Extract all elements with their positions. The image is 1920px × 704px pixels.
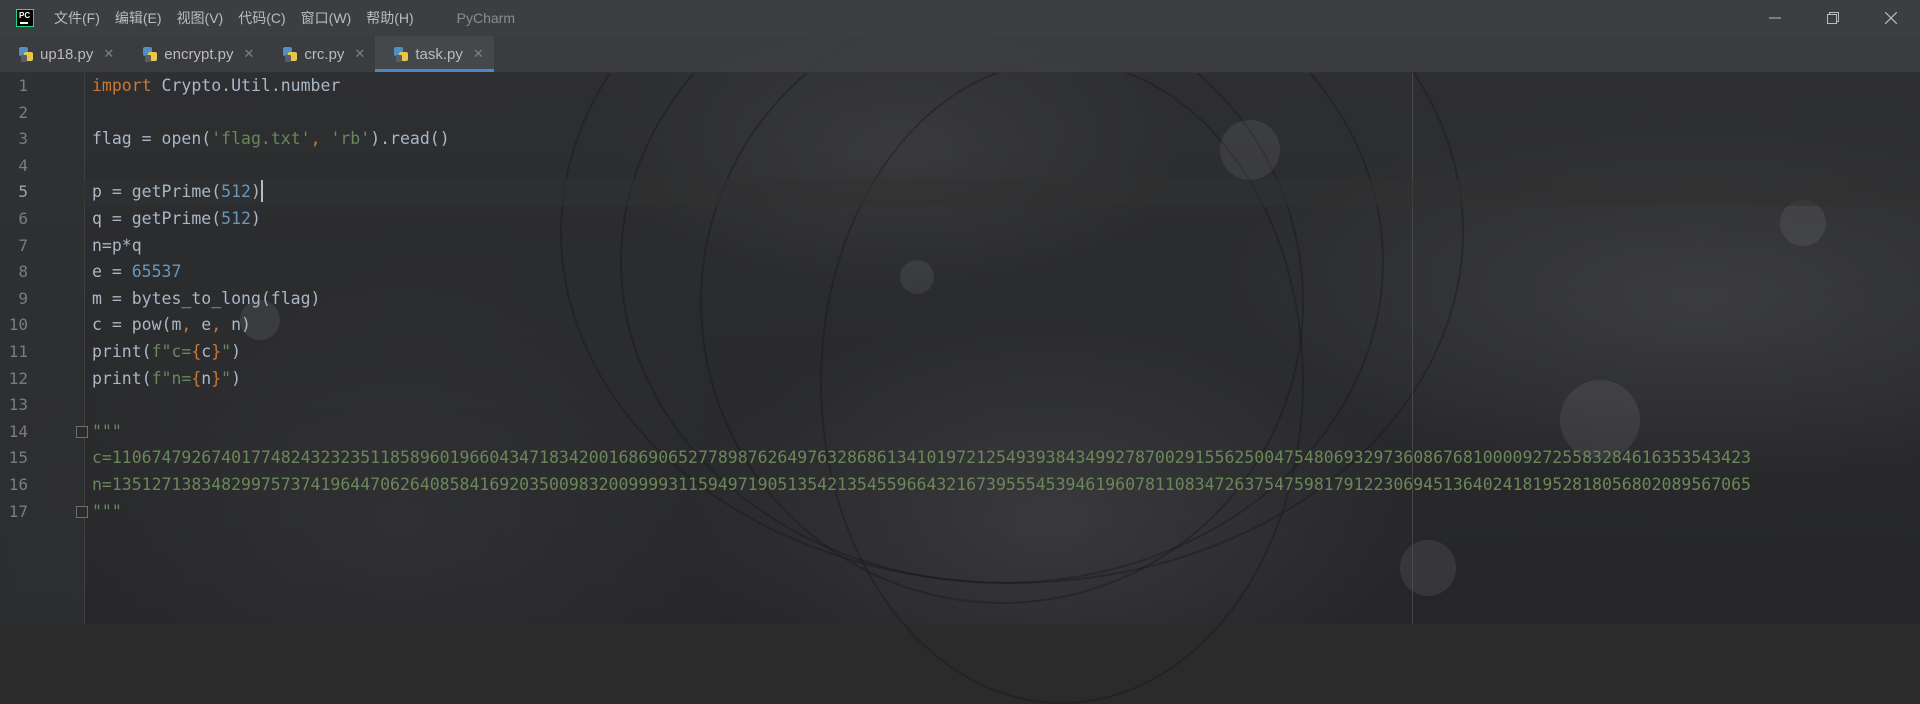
code-text: q = getPrime(512) [92,209,261,228]
code-line[interactable]: 1 import Crypto.Util.number [0,73,1920,100]
menu-view[interactable]: 视图(V) [177,8,224,28]
code-line[interactable]: 9 m = bytes_to_long(flag) [0,286,1920,313]
line-number: 2 [18,102,28,122]
title-bar: PC 文件(F) 编辑(E) 视图(V) 代码(C) 窗口(W) 帮助(H) P… [0,0,1920,36]
pycharm-logo-icon: PC [16,9,34,27]
line-number: 6 [18,209,28,228]
menu-edit[interactable]: 编辑(E) [115,8,162,28]
line-number: 8 [18,262,28,282]
line-number: 14 [8,421,28,441]
code-line[interactable]: 3 flag = open('flag.txt', 'rb').read() [0,126,1920,153]
code-text: """ [92,501,122,521]
close-tab-icon[interactable]: ✕ [354,46,365,62]
python-file-icon [282,46,298,62]
code-text: c=11067479267401774824323235118589601966… [92,448,1751,468]
code-line[interactable]: 14 """ [0,419,1920,446]
line-number: 4 [18,155,28,175]
menu-code[interactable]: 代码(C) [238,8,285,28]
code-line[interactable]: 17 """ [0,499,1920,526]
close-tab-icon[interactable]: ✕ [473,46,484,62]
code-line[interactable]: 2 [0,100,1920,127]
restore-button[interactable] [1804,0,1862,36]
code-text: print(f"n={n}") [92,368,242,388]
restore-icon [1827,12,1839,24]
line-number: 3 [18,129,28,149]
python-file-icon [393,46,409,62]
code-text: e = 65537 [92,262,182,282]
line-number: 1 [18,76,28,95]
tab-label: up18.py [40,45,94,63]
line-number: 16 [8,475,28,494]
tab-label: crc.py [304,45,345,63]
tab-up18[interactable]: up18.py ✕ [0,36,124,72]
code-line[interactable]: 12 print(f"n={n}") [0,366,1920,393]
close-tab-icon[interactable]: ✕ [244,46,255,62]
line-number: 15 [8,448,28,468]
menu-window[interactable]: 窗口(W) [301,8,352,28]
code-text: n=13512713834829975737419644706264085841… [92,475,1751,494]
code-line[interactable]: 8 e = 65537 [0,259,1920,286]
minimize-icon [1769,17,1781,19]
line-number: 5 [18,182,28,202]
menu-help[interactable]: 帮助(H) [366,8,413,28]
code-text: print(f"c={c}") [92,342,242,361]
text-caret [260,180,263,203]
close-window-button[interactable] [1862,0,1920,36]
line-number: 12 [8,368,28,388]
code-text: m = bytes_to_long(flag) [92,288,321,308]
code-line[interactable]: 10 c = pow(m, e, n) [0,312,1920,339]
code-line[interactable]: 5 p = getPrime(512) [0,179,1920,206]
code-line[interactable]: 11 print(f"c={c}") [0,339,1920,366]
code-line[interactable]: 16 n=135127138348299757374196447062640858… [0,472,1920,499]
close-tab-icon[interactable]: ✕ [103,46,114,62]
code-text: """ [92,421,122,441]
window-title: PyCharm [456,10,516,26]
line-number: 17 [8,501,28,521]
code-line[interactable]: 13 [0,392,1920,419]
code-text: p = getPrime(512) [92,180,263,203]
code-text: c = pow(m, e, n) [92,315,251,335]
tab-label: encrypt.py [164,45,234,63]
tab-label: task.py [415,45,463,63]
close-icon [1885,12,1897,24]
line-number: 11 [8,342,28,361]
line-number: 13 [8,395,28,415]
line-number: 9 [18,288,28,308]
tab-encrypt[interactable]: encrypt.py ✕ [124,36,264,72]
fold-marker-icon[interactable] [76,425,88,438]
tab-crc[interactable]: crc.py ✕ [264,36,375,72]
code-line[interactable]: 7 n=p*q [0,233,1920,260]
fold-marker-icon[interactable] [76,505,88,518]
code-line[interactable]: 15 c=110674792674017748243232351185896019… [0,445,1920,472]
code-editor[interactable]: 1 import Crypto.Util.number 2 3 flag = open(… [0,73,1920,624]
line-number: 10 [8,315,28,335]
code-text: import Crypto.Util.number [92,76,341,95]
line-number: 7 [18,235,28,255]
tab-task[interactable]: task.py ✕ [375,36,495,72]
menu-file[interactable]: 文件(F) [54,8,100,28]
editor-tab-bar: up18.py ✕ encrypt.py ✕ crc.py ✕ task.py … [0,36,1920,73]
code-line[interactable]: 4 [0,153,1920,180]
code-text: flag = open('flag.txt', 'rb').read() [92,129,450,149]
python-file-icon [142,46,158,62]
window-controls [1746,0,1920,36]
code-text: n=p*q [92,235,142,255]
minimize-button[interactable] [1746,0,1804,36]
code-line[interactable]: 6 q = getPrime(512) [0,206,1920,233]
python-file-icon [18,46,34,62]
